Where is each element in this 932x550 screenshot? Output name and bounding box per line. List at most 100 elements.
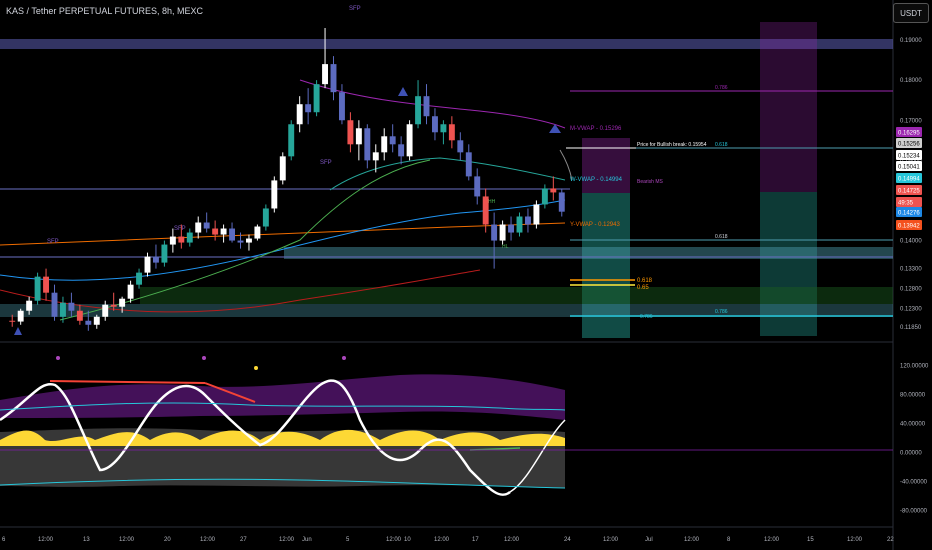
candle-body [389, 136, 396, 145]
price-badge-label: 0.14994 [898, 177, 920, 183]
candle-body [26, 300, 33, 311]
candle-body [415, 96, 422, 125]
candle-body [178, 236, 185, 243]
fib-65-label: 0.65 [637, 285, 649, 291]
price-tick-label: 0.14000 [900, 239, 922, 245]
price-tick-label: 0.17000 [900, 118, 922, 124]
price-tick-label: 0.12800 [900, 287, 922, 293]
osc-tick-label: 80.00000 [900, 392, 926, 398]
time-tick-label: 12:00 [119, 537, 135, 543]
candle-body [440, 124, 447, 133]
time-tick-label: 12:00 [38, 537, 54, 543]
candle-body [203, 222, 210, 229]
time-tick-label: 27 [240, 537, 247, 543]
candle-body [34, 276, 41, 301]
candle-body [541, 188, 548, 205]
price-tick-label: 0.19000 [900, 38, 922, 44]
candle-body [406, 124, 413, 157]
fib-786-label-b: 0.786 [715, 309, 728, 315]
time-tick-label: 12:00 [847, 537, 863, 543]
osc-dot-3 [254, 366, 258, 370]
candle-body [305, 104, 312, 113]
price-badge-label: 0.14725 [898, 189, 920, 195]
candle-body [212, 228, 219, 235]
short-risk-box [582, 138, 630, 193]
candle-body [381, 136, 388, 153]
candle-body [127, 284, 134, 299]
resistance-zone [0, 39, 893, 49]
time-tick-label: 22 [887, 537, 894, 543]
time-tick-label: 24 [564, 537, 571, 543]
candle-body [347, 120, 354, 145]
hh-label: HH [488, 199, 496, 205]
green-demand-zone [140, 287, 893, 304]
candle-body [93, 316, 100, 325]
time-tick-label: 12:00 [764, 537, 780, 543]
osc-dot-1 [56, 356, 60, 360]
w-vwap-label: W-VWAP - 0.14994 [570, 177, 623, 183]
candle-body [110, 304, 117, 307]
candle-body [482, 196, 489, 225]
candle-body [237, 240, 244, 243]
candle-body [457, 140, 464, 153]
candle-body [474, 176, 481, 197]
fib-618-label-b: 0.618 [715, 234, 728, 240]
candle-body [254, 226, 261, 239]
candle-body [338, 92, 345, 121]
time-tick-label: Jun [302, 537, 312, 543]
candle-body [136, 272, 143, 285]
projection-purple-box [760, 22, 817, 192]
price-tick-label: 0.11850 [900, 325, 922, 331]
candle-body [43, 276, 50, 293]
osc-tick-label: 0.00000 [900, 450, 922, 456]
candle-body [68, 302, 75, 311]
time-tick-label: 20 [164, 537, 171, 543]
osc-tick-label: 120.00000 [900, 363, 929, 369]
candle-body [144, 256, 151, 273]
time-tick-label: 12:00 [386, 537, 402, 543]
sfp-label-2: SFP [174, 226, 186, 232]
symbol-title: KAS / Tether PERPETUAL FUTURES, 8h, MEXC [6, 6, 204, 16]
chart-canvas[interactable]: 0.786 0.618 0.618 0.618 0.65 0.786 0.786… [0, 0, 932, 550]
candle-body [330, 64, 337, 93]
candle-body [220, 228, 227, 235]
candle-body [59, 302, 66, 317]
candle-body [465, 152, 472, 177]
price-badge-label: 0.14276 [898, 211, 920, 217]
fib-618-gold-label: 0.618 [637, 278, 653, 284]
candle-body [372, 152, 379, 161]
candle-body [423, 96, 430, 117]
candle-body [296, 104, 303, 125]
price-badge-label: 49:35 [898, 201, 914, 207]
bullish-break-label: Price for Bullish break: 0.15954 [637, 142, 707, 148]
time-tick-label: 15 [807, 537, 814, 543]
candle-body [448, 124, 455, 141]
currency-button[interactable]: USDT [893, 3, 929, 23]
candle-body [119, 298, 126, 307]
candle-body [271, 180, 278, 209]
time-tick-label: 17 [472, 537, 479, 543]
price-tick-label: 0.12300 [900, 307, 922, 313]
candle-body [288, 124, 295, 157]
sfp-label-1: SFP [47, 239, 59, 245]
time-tick-label: Jul [645, 537, 653, 543]
candle-body [533, 204, 540, 225]
time-tick-label: 12:00 [279, 537, 295, 543]
candle-body [279, 156, 286, 181]
hl-label: HL [502, 244, 509, 250]
osc-tick-label: -40.00000 [900, 479, 928, 485]
osc-dot-2 [202, 356, 206, 360]
candle-body [491, 224, 498, 241]
osc-dot-4 [342, 356, 346, 360]
candle-body [262, 208, 269, 227]
candle-body [169, 236, 176, 245]
candle-body [322, 64, 329, 85]
candle-body [558, 192, 565, 212]
time-tick-label: 12:00 [504, 537, 520, 543]
osc-tick-label: -80.00000 [900, 508, 928, 514]
candle-body [186, 232, 193, 243]
time-tick-label: 12:00 [434, 537, 450, 543]
time-tick-label: 12:00 [200, 537, 216, 543]
time-tick-label: 13 [83, 537, 90, 543]
candle-body [313, 84, 320, 113]
